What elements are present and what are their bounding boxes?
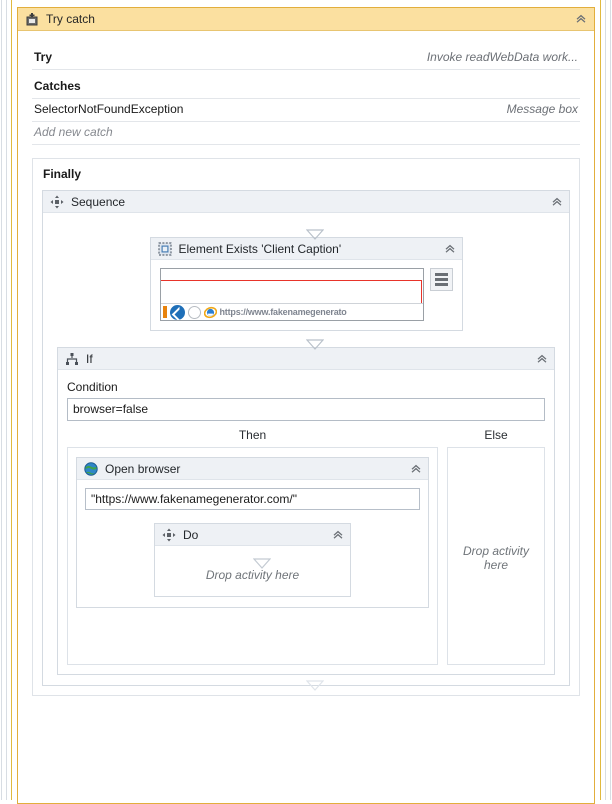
- then-drop-area[interactable]: Open browser "https://www.fakenamegenera…: [67, 447, 438, 665]
- open-browser-body: "https://www.fakenamegenerator.com/" Do …: [77, 480, 428, 607]
- hamburger-menu-icon[interactable]: [429, 268, 453, 291]
- element-exists-activity[interactable]: Element Exists 'Client Caption' https://…: [149, 237, 463, 331]
- then-label: Then: [238, 428, 267, 442]
- forward-arrow-icon: [187, 305, 201, 319]
- else-branch: Else Drop activity here: [447, 428, 545, 665]
- catch-exception-type: SelectorNotFoundException: [34, 102, 184, 116]
- workflow-designer-canvas: Try catch Try Invoke readWebData work...…: [0, 0, 612, 804]
- do-activity[interactable]: Do Drop activity here: [154, 523, 351, 597]
- catch-handler-value[interactable]: Message box: [507, 102, 578, 116]
- open-browser-activity[interactable]: Open browser "https://www.fakenamegenera…: [76, 457, 429, 608]
- target-screenshot-preview[interactable]: https://www.fakenamegenerato: [159, 268, 424, 321]
- taskbar-accent-icon: [162, 306, 167, 318]
- frame-strip-outer-left: [1, 0, 2, 800]
- finally-label: Finally: [43, 167, 82, 181]
- sequence-collapse-chevron-up-icon[interactable]: [550, 195, 564, 209]
- frame-strip-left-2: [6, 0, 7, 800]
- frame-strip-right-gold: [600, 0, 601, 800]
- element-exists-collapse-chevron-up-icon[interactable]: [443, 242, 457, 256]
- add-new-catch-label: Add new catch: [34, 125, 113, 139]
- do-title: Do: [183, 527, 199, 542]
- try-row[interactable]: Try Invoke readWebData work...: [32, 47, 580, 70]
- if-body: Condition browser=false Then Open browse…: [58, 370, 554, 674]
- sequence-title: Sequence: [71, 194, 126, 209]
- element-exists-header[interactable]: Element Exists 'Client Caption': [150, 238, 462, 260]
- connector-above-element-exists[interactable]: [43, 221, 569, 240]
- do-drop-area[interactable]: Drop activity here: [155, 546, 350, 596]
- try-catch-activity[interactable]: Try catch Try Invoke readWebData work...…: [17, 7, 595, 804]
- frame-strip-outer-right: [610, 0, 611, 800]
- element-exists-selection-icon: [158, 242, 172, 256]
- open-browser-url-input[interactable]: "https://www.fakenamegenerator.com/": [85, 488, 420, 510]
- condition-input[interactable]: browser=false: [67, 398, 545, 421]
- then-branch: Then Open browser "https://www.fakenameg…: [67, 428, 438, 665]
- connector-below-element-exists[interactable]: [43, 331, 569, 350]
- if-activity[interactable]: If Condition browser=false Then Open bro…: [57, 347, 555, 675]
- try-label: Try: [34, 50, 53, 64]
- preview-url-text: https://www.fakenamegenerato: [219, 307, 347, 317]
- sequence-body: Element Exists 'Client Caption' https://…: [43, 213, 569, 691]
- try-catch-icon: [25, 12, 39, 26]
- do-drop-hint: Drop activity here: [205, 568, 300, 582]
- sequence-activity[interactable]: Sequence Element Exists 'Client Caption'…: [42, 190, 570, 691]
- open-browser-header[interactable]: Open browser: [77, 458, 428, 480]
- catches-header-row: Catches: [32, 76, 580, 99]
- open-browser-title: Open browser: [105, 461, 181, 476]
- try-catch-collapse-chevron-up-icon[interactable]: [574, 12, 588, 26]
- connector-below-if[interactable]: [43, 675, 569, 691]
- try-catch-body: Try Invoke readWebData work... Catches S…: [18, 31, 594, 706]
- try-value[interactable]: Invoke readWebData work...: [427, 50, 578, 64]
- element-exists-body: https://www.fakenamegenerato: [151, 260, 462, 330]
- else-drop-area[interactable]: Drop activity here: [447, 447, 545, 665]
- do-collapse-chevron-up-icon[interactable]: [331, 528, 345, 542]
- if-title: If: [86, 351, 93, 366]
- else-drop-hint: Drop activity here: [462, 544, 530, 572]
- do-header[interactable]: Do: [155, 524, 350, 546]
- catches-label: Catches: [34, 79, 81, 93]
- preview-browser-toolbar: https://www.fakenamegenerato: [160, 303, 423, 320]
- if-collapse-chevron-up-icon[interactable]: [535, 352, 549, 366]
- if-branch-icon: [65, 352, 79, 366]
- back-arrow-icon: [169, 304, 185, 320]
- open-browser-collapse-chevron-up-icon[interactable]: [409, 462, 423, 476]
- try-catch-header[interactable]: Try catch: [18, 8, 594, 31]
- sequence-move-icon: [50, 195, 64, 209]
- sequence-move-icon: [162, 528, 176, 542]
- if-header[interactable]: If: [58, 348, 554, 370]
- try-catch-title: Try catch: [46, 12, 95, 26]
- else-label: Else: [484, 428, 508, 442]
- catch-entry-row[interactable]: SelectorNotFoundException Message box: [32, 99, 580, 122]
- internet-explorer-icon: [203, 306, 217, 319]
- sequence-header[interactable]: Sequence: [43, 191, 569, 213]
- condition-label: Condition: [67, 380, 118, 394]
- add-new-catch-row[interactable]: Add new catch: [32, 122, 580, 145]
- element-exists-title: Element Exists 'Client Caption': [178, 241, 342, 256]
- frame-strip-left-gold: [11, 0, 12, 800]
- if-branches: Then Open browser "https://www.fakenameg…: [67, 428, 545, 665]
- globe-icon: [84, 461, 98, 476]
- frame-strip-right-2: [605, 0, 606, 800]
- finally-pane: Finally Sequence Element Exists 'Client …: [32, 158, 580, 696]
